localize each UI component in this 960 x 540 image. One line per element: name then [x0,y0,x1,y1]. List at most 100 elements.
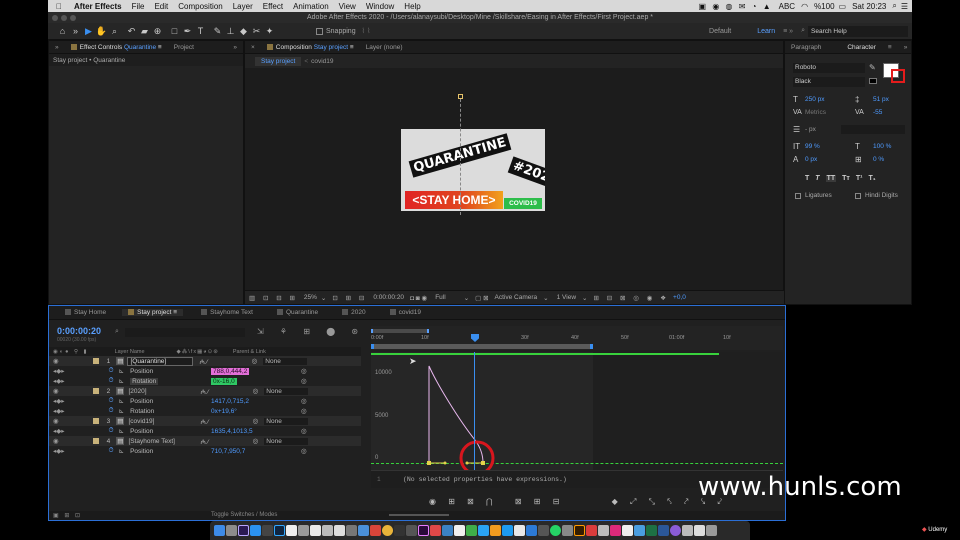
clock[interactable]: Sat 20:23 [852,2,886,11]
workspace-menu-icon[interactable]: ≡ » [783,28,793,35]
trash-icon[interactable] [706,525,717,536]
tab-stayhome-text[interactable]: Stayhome Text [195,309,259,316]
menu-layer[interactable]: Layer [233,2,253,11]
tab-covid19[interactable]: covid19 [384,309,427,316]
property-row[interactable]: ◂◆▸ ⏱ ⊾ Position 1417,0,715,2 ◎ [49,396,361,406]
launchpad-icon[interactable] [226,525,237,536]
chrome-icon[interactable] [382,525,393,536]
status-icons[interactable]: ▣ ◉ ◍ ✉ ◔ ▲ [699,2,773,11]
all-caps-button[interactable]: TT [825,175,837,182]
app-icon[interactable] [454,525,465,536]
tab-paragraph[interactable]: Paragraph [785,44,827,51]
font-family-select[interactable]: Roboto [793,63,865,73]
camera-select[interactable]: Active Camera [495,294,538,301]
menu-edit[interactable]: Edit [154,2,168,11]
app-icon[interactable] [310,525,321,536]
bezier-handle[interactable] [443,461,447,465]
hashtag-2020-label[interactable]: #2020 [507,156,545,191]
layer-name-header[interactable]: Layer Name [115,349,145,355]
speed-graph-curve[interactable] [371,352,783,470]
hand-tool-icon[interactable]: ✋ [95,26,108,37]
hindi-digits-checkbox[interactable] [855,193,861,199]
covid19-label[interactable]: COVID19 [504,198,542,209]
excel-icon[interactable] [646,525,657,536]
menu-help[interactable]: Help [404,2,420,11]
safari-icon[interactable] [250,525,261,536]
parent-link-header[interactable]: Parent & Link [233,349,266,355]
small-caps-button[interactable]: Tт [842,175,850,182]
leading-value[interactable]: 51 px [873,96,889,103]
app-icon[interactable] [694,525,705,536]
app-icon[interactable] [406,525,417,536]
resolution-select[interactable]: Full [435,294,445,301]
after-effects-icon[interactable] [238,525,249,536]
app-icon[interactable] [514,525,525,536]
workspace-default[interactable]: Default [709,28,731,35]
pen-tool-icon[interactable]: ✒ [181,26,194,37]
property-row[interactable]: ◂◆▸ ⏱ ⊾ Position 710,7,950,7 ◎ [49,446,361,456]
menu-icon[interactable]: ☰ [901,2,908,11]
app-icon[interactable] [622,525,633,536]
selection-tool-icon[interactable]: ▶ [82,26,95,37]
illustrator-icon[interactable] [574,525,585,536]
grid-icons[interactable]: ▥ ⊡ ⊟ ⊞ [249,294,298,302]
bezier-handle[interactable] [465,461,469,465]
app-icon[interactable] [610,525,621,536]
clone-tool-icon[interactable]: ⊥ [224,26,237,37]
eyedropper-icon[interactable]: ✎ [869,63,876,72]
graph-view-icons[interactable]: ◉ ⊞ ⊠ ⋂ [429,497,498,506]
keyframe-marker[interactable] [427,461,431,465]
apple-icon[interactable]:  [56,2,62,11]
app-icon[interactable] [370,525,381,536]
app-icon[interactable] [682,525,693,536]
graph-editor[interactable]: 10000 5000 0 ➤ [371,352,783,470]
zoom-tool-icon[interactable]: ⌕ [108,26,121,37]
rectangle-tool-icon[interactable]: □ [168,26,181,36]
views-select[interactable]: 1 View [557,294,576,301]
tsume-value[interactable]: 0 % [873,156,884,163]
tab-project[interactable]: Project [168,44,200,51]
region-icons[interactable]: ⊡ ⊞ ⊟ [332,294,367,302]
snapping-options-icon[interactable]: ⌇ ⌇ [362,27,371,35]
tab-effect-controls[interactable]: Effect Controls Quarantine ≡ [65,44,168,51]
stroke-width-value[interactable]: - px [805,126,816,133]
app-icon[interactable] [298,525,309,536]
layer-row[interactable]: ◉ 1 ▤ [Quarantine] ₼ ⁄ ◎ None [49,356,361,366]
menu-composition[interactable]: Composition [178,2,222,11]
property-row[interactable]: ◂◆▸ ⏱ ⊾ Position 1635,4,1013,5 ◎ [49,426,361,436]
baseline-shift-value[interactable]: 0 px [805,156,817,163]
comp-time[interactable]: 0:00:00:20 [373,294,404,301]
app-icon[interactable] [322,525,333,536]
brush-tool-icon[interactable]: ✎ [211,26,224,37]
eraser-tool-icon[interactable]: ◆ [237,26,250,37]
app-icon[interactable] [334,525,345,536]
horizontal-scale-value[interactable]: 100 % [873,143,891,150]
work-area-bar[interactable] [371,329,429,333]
tab-quarantine[interactable]: Quarantine [271,309,324,316]
camera-tool-icon[interactable]: ▰ [138,26,151,37]
search-help-input[interactable]: Search Help [808,25,908,37]
puppet-tool-icon[interactable]: ✦ [263,26,276,37]
timeline-search-input[interactable] [125,328,245,337]
menu-effect[interactable]: Effect [263,2,283,11]
roi-icons[interactable]: ▢ ⊠ [475,294,488,302]
stay-home-label[interactable]: <STAY HOME> [405,191,503,209]
input-source[interactable]: ABC [779,2,795,11]
app-icon[interactable] [466,525,477,536]
layer-row[interactable]: ◉ 3 ▤ [covid19] ₼ ⁄ ◎ None [49,416,361,426]
app-icon[interactable] [286,525,297,536]
photoshop-icon[interactable] [274,525,285,536]
toggle-switches-modes[interactable]: Toggle Switches / Modes [211,512,277,518]
home-icon[interactable]: ⌂ [56,26,69,36]
zoom-select[interactable]: 25% [304,294,317,301]
app-icon[interactable] [262,525,273,536]
comp-canvas[interactable]: QUARANTINE #2020 <STAY HOME> COVID19 [401,129,545,211]
view-options-icons[interactable]: ⊞ ⊟ ⊠ ◎ ◉ ❖ [593,294,669,302]
footer-icons[interactable]: ▣ ⊞ ⊡ [53,512,82,519]
roto-tool-icon[interactable]: ✂ [250,26,263,37]
property-row[interactable]: ◂◆▸ ⏱ ⊾ Rotation 0x-16,0 ◎ [49,376,361,386]
tab-layer[interactable]: Layer (none) [360,44,409,51]
layer-row[interactable]: ◉ 4 ▤ [Stayhome Text] ₼ ⁄ ◎ None [49,436,361,446]
app-icon[interactable] [478,525,489,536]
rotate-tool-icon[interactable]: ↶ [125,26,138,37]
